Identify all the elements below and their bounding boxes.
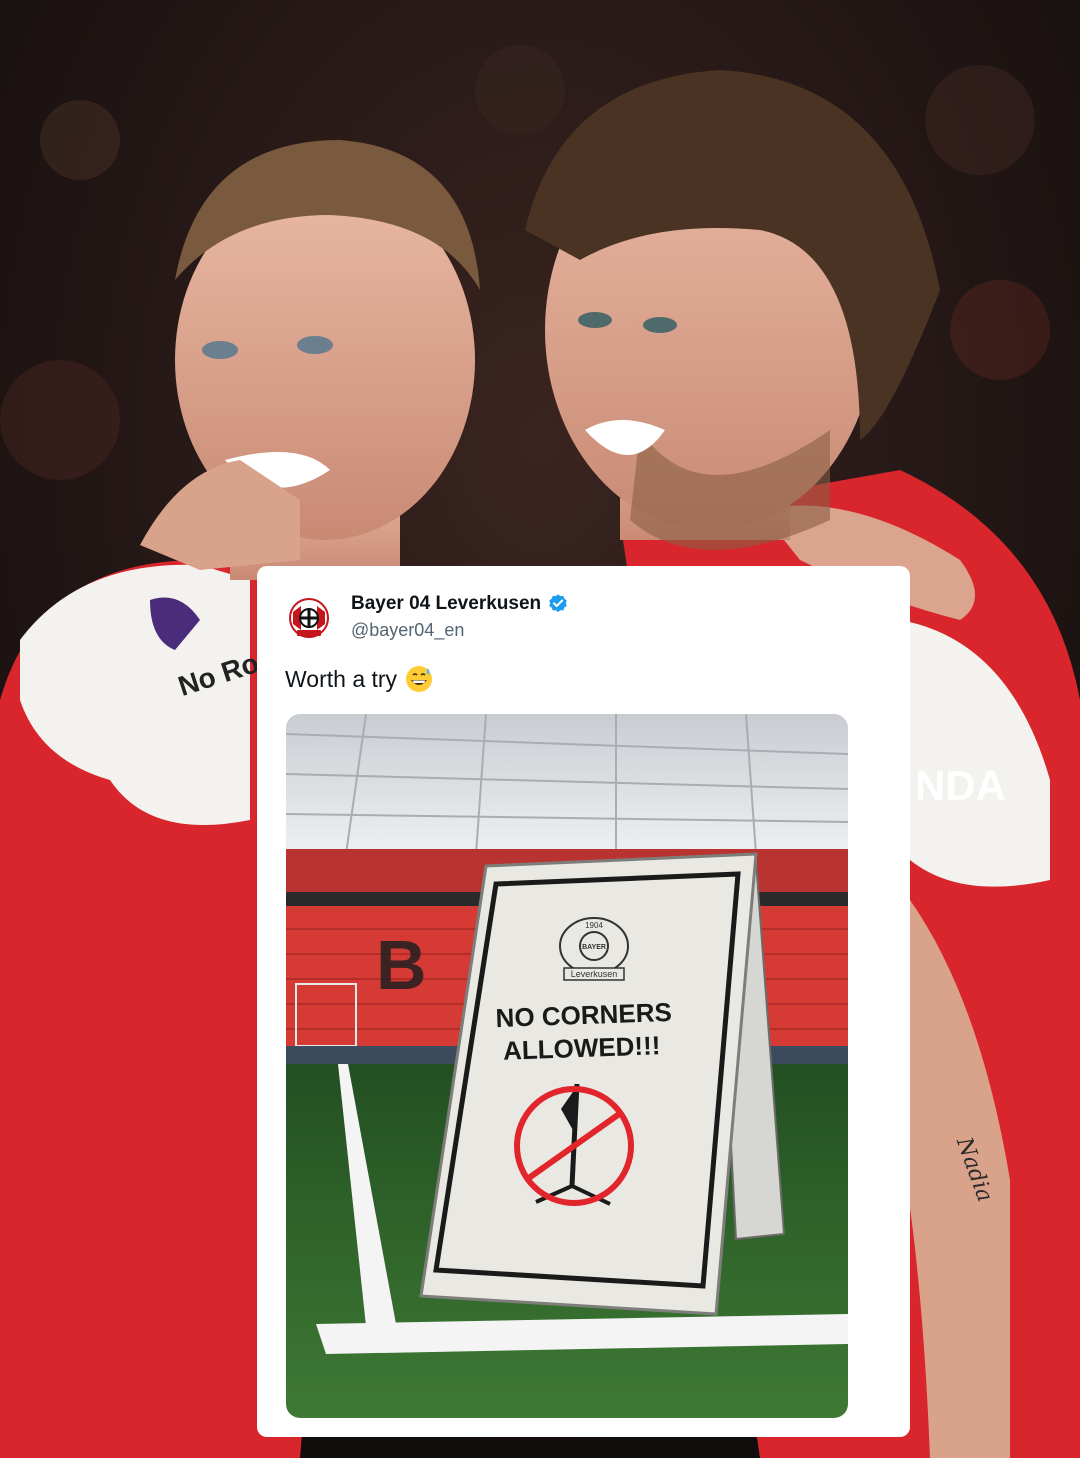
- tweet-text: Worth a try: [285, 665, 433, 693]
- tweet-card[interactable]: Bayer 04 Leverkusen @bayer04_en Worth a …: [257, 566, 910, 1437]
- stand-letter: B: [376, 926, 427, 1004]
- handle[interactable]: @bayer04_en: [351, 620, 464, 641]
- sign-crest-mid: BAYER: [582, 944, 606, 951]
- sign-line-1: NO CORNERS: [495, 997, 672, 1033]
- sign-line-2: ALLOWED!!!: [503, 1030, 661, 1065]
- verified-badge-icon: [549, 594, 567, 612]
- club-avatar[interactable]: [287, 596, 331, 640]
- grinning-face-with-sweat-emoji-icon: [406, 666, 433, 692]
- tweet-text-body: Worth a try: [285, 665, 398, 692]
- sign-crest-year: 1904: [585, 921, 603, 930]
- stadium-sign-photo: B 1904 BAYER Leverkusen NO CORNERS ALLOW…: [286, 714, 848, 1418]
- sponsor-text: NDA: [915, 762, 1006, 809]
- sign-crest-name: Leverkusen: [571, 969, 618, 979]
- bayer-crest-icon: [289, 598, 329, 638]
- display-name[interactable]: Bayer 04 Leverkusen: [351, 593, 541, 615]
- tweet-media-image[interactable]: B 1904 BAYER Leverkusen NO CORNERS ALLOW…: [286, 714, 848, 1418]
